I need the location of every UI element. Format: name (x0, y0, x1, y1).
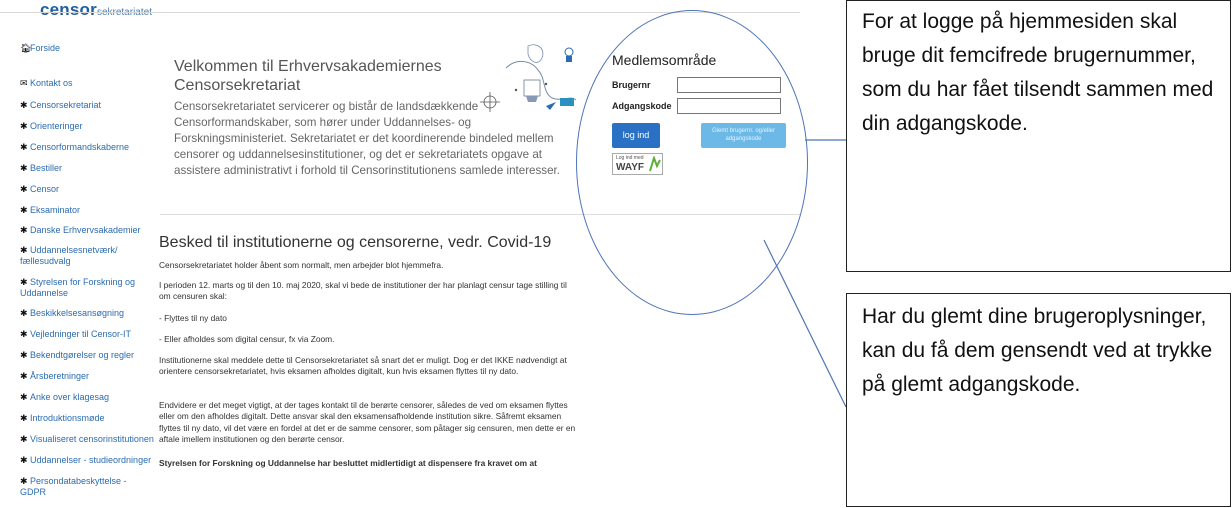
login-help-callout: For at logge på hjemmesiden skal bruge d… (846, 0, 1231, 272)
forgot-help-callout: Har du glemt dine brugeroplysninger, kan… (846, 293, 1231, 507)
